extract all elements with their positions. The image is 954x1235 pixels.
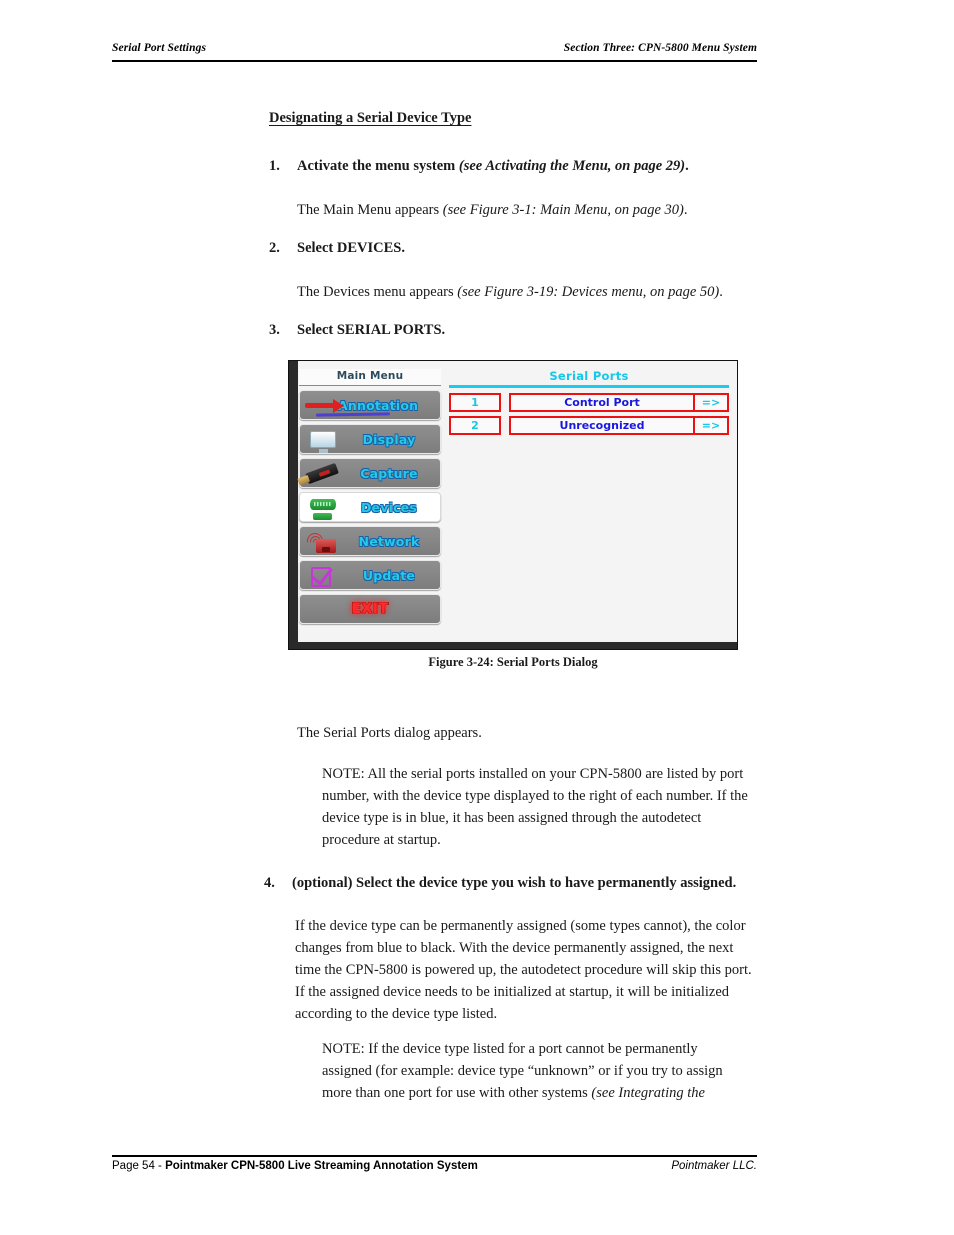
- figure-frame: Main Menu Annotation Display Capture Dev…: [288, 360, 738, 650]
- step-1: 1. Activate the menu system (see Activat…: [269, 156, 769, 177]
- para2-ref: (see Figure 3-19: Devices menu, on page …: [457, 284, 720, 300]
- figure-left-bezel: [289, 361, 298, 649]
- footer-product-name: Pointmaker CPN-5800 Live Streaming Annot…: [165, 1160, 478, 1172]
- red-arrow-icon: [300, 391, 391, 419]
- paragraph-after-step-2: The Devices menu appears (see Figure 3-1…: [297, 281, 777, 303]
- footer-page-number: Page 54 -: [112, 1160, 166, 1172]
- main-menu-panel: Main Menu Annotation Display Capture Dev…: [299, 369, 441, 624]
- figure-bottom-bezel: [289, 642, 737, 649]
- step-4-number: 4.: [264, 875, 275, 891]
- para1-plain: The Main Menu appears: [297, 202, 443, 218]
- paragraph-after-step-4: If the device type can be permanently as…: [295, 918, 752, 1023]
- figure-serial-ports-dialog: Main Menu Annotation Display Capture Dev…: [288, 360, 738, 650]
- network-jack-icon: [300, 527, 344, 555]
- menu-item-exit-label: EXIT: [351, 601, 389, 617]
- serial-ports-panel: Serial Ports 1 Control Port => 2 Unrecog…: [449, 369, 729, 637]
- figure-caption: Figure 3-24: Serial Ports Dialog: [428, 655, 598, 669]
- running-footer: Page 54 - Pointmaker CPN-5800 Live Strea…: [112, 1160, 757, 1172]
- step-3-number: 3.: [269, 322, 280, 338]
- serial-connector-icon: [300, 493, 344, 521]
- port-number[interactable]: 1: [449, 392, 501, 412]
- menu-item-annotation-label: Annotation: [338, 397, 419, 413]
- serial-ports-title: Serial Ports: [549, 369, 629, 383]
- menu-item-update-label: Update: [362, 567, 416, 583]
- footer-rule: [112, 1155, 757, 1157]
- para2-tail: .: [719, 284, 723, 300]
- step-1-ref: (see Activating the Menu, on page 29): [458, 158, 686, 174]
- table-row[interactable]: 2 Unrecognized =>: [449, 415, 729, 435]
- port-arrow-icon[interactable]: =>: [693, 417, 727, 433]
- footer-left: Page 54 - Pointmaker CPN-5800 Live Strea…: [112, 1160, 478, 1172]
- note2-ref: (see Integrating the: [591, 1085, 705, 1102]
- menu-item-capture-label: Capture: [360, 465, 418, 481]
- main-menu-title: Main Menu: [299, 369, 441, 386]
- checkbox-check-icon: [300, 561, 344, 589]
- port-type-cell[interactable]: Unrecognized =>: [509, 415, 729, 435]
- menu-item-display-label: Display: [362, 431, 416, 447]
- note-cannot-assign: NOTE: If the device type listed for a po…: [322, 1038, 740, 1104]
- step-1-lead: Activate the menu system: [297, 158, 459, 174]
- header-right-text: Section Three: CPN-5800 Menu System: [563, 42, 757, 54]
- running-header: Serial Port Settings Section Three: CPN-…: [112, 42, 757, 54]
- menu-item-capture[interactable]: Capture: [299, 458, 441, 488]
- port-number[interactable]: 2: [449, 415, 501, 435]
- para1-ref: (see Figure 3-1: Main Menu, on page 30): [442, 202, 684, 218]
- step-2-text: Select DEVICES.: [297, 240, 405, 256]
- section-heading: Designating a Serial Device Type: [269, 110, 472, 126]
- header-left-text: Serial Port Settings: [112, 42, 207, 54]
- note-autodetect: NOTE: All the serial ports installed on …: [322, 766, 748, 849]
- step-3-text: Select SERIAL PORTS.: [297, 322, 446, 338]
- para2-plain: The Devices menu appears: [297, 284, 458, 300]
- menu-item-network[interactable]: Network: [299, 526, 441, 556]
- step-2-number: 2.: [269, 240, 280, 256]
- step-4-text: (optional) Select the device type you wi…: [292, 875, 737, 891]
- document-page: Serial Port Settings Section Three: CPN-…: [0, 0, 954, 1235]
- usb-drive-icon: [300, 459, 344, 487]
- paragraph-after-figure: The Serial Ports dialog appears.: [297, 725, 482, 741]
- menu-item-network-label: Network: [358, 533, 420, 549]
- port-type-cell[interactable]: Control Port =>: [509, 392, 729, 412]
- menu-item-annotation[interactable]: Annotation: [299, 390, 441, 420]
- step-1-number: 1.: [269, 158, 280, 174]
- port-device-type[interactable]: Control Port: [511, 395, 693, 410]
- step-4: 4. (optional) Select the device type you…: [264, 873, 769, 894]
- table-row[interactable]: 1 Control Port =>: [449, 392, 729, 412]
- monitor-icon: [300, 425, 344, 453]
- step-2: 2. Select DEVICES.: [269, 238, 769, 259]
- menu-item-update[interactable]: Update: [299, 560, 441, 590]
- serial-ports-divider: [449, 385, 729, 388]
- header-rule: [112, 60, 757, 62]
- menu-item-devices[interactable]: Devices: [299, 492, 441, 522]
- menu-item-devices-label: Devices: [360, 499, 417, 515]
- step-1-text: Activate the menu system (see Activating…: [297, 156, 689, 177]
- port-arrow-icon[interactable]: =>: [693, 394, 727, 410]
- footer-company: Pointmaker LLC.: [671, 1160, 757, 1172]
- paragraph-after-step-1: The Main Menu appears (see Figure 3-1: M…: [297, 199, 777, 221]
- menu-item-display[interactable]: Display: [299, 424, 441, 454]
- step-3: 3. Select SERIAL PORTS.: [269, 320, 769, 341]
- para1-tail: .: [683, 202, 688, 218]
- menu-item-exit[interactable]: EXIT: [299, 594, 441, 624]
- port-device-type[interactable]: Unrecognized: [511, 418, 693, 433]
- step-1-tail: .: [685, 158, 689, 174]
